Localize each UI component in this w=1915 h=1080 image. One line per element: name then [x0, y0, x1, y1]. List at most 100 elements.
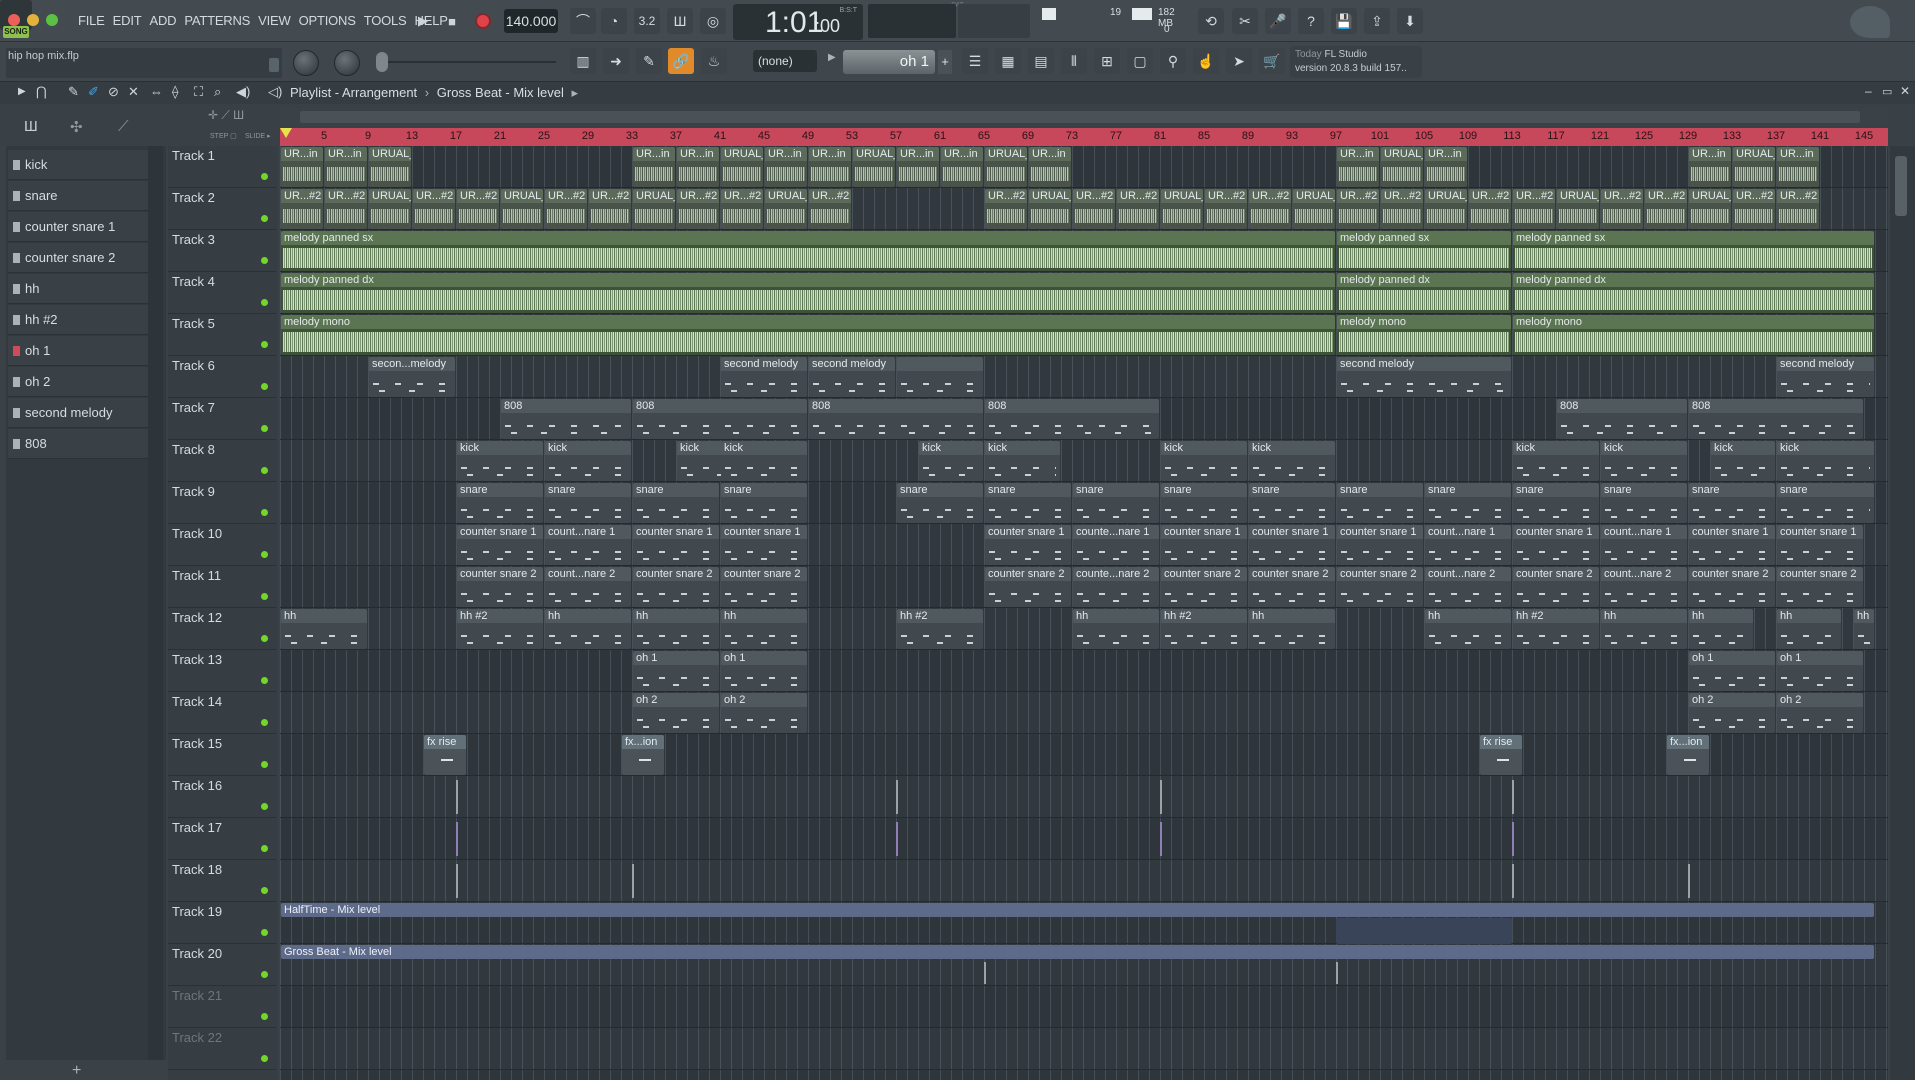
melody-clip[interactable]: melody panned sx — [1513, 231, 1874, 271]
loop-clip[interactable]: UR...#2 — [413, 189, 455, 229]
loop-clip[interactable]: URUAL_...min #2 — [1029, 189, 1071, 229]
sample-marker[interactable] — [896, 822, 898, 856]
automation-envelope[interactable] — [1336, 918, 1512, 944]
kick-clip[interactable]: kick — [721, 441, 807, 481]
loop-clip[interactable]: UR...#2 — [1601, 189, 1643, 229]
track-header[interactable]: Track 13 — [168, 650, 276, 692]
menu-patterns[interactable]: PATTERNS — [180, 10, 254, 32]
loop-clip[interactable]: UR...#2 — [1337, 189, 1379, 229]
pattern-next-arrow-icon[interactable]: ▶ — [828, 52, 840, 72]
zoom-icon[interactable]: ⌕ — [214, 84, 221, 100]
master-volume-knob[interactable] — [293, 50, 319, 76]
track-row[interactable] — [280, 860, 1888, 902]
snare-clip[interactable]: snare — [721, 483, 807, 523]
pencil-icon[interactable]: ✎ — [68, 84, 79, 100]
loop-clip[interactable]: UR...#2 — [1117, 189, 1159, 229]
kick-clip[interactable]: kick — [457, 441, 543, 481]
second-melody-clip[interactable]: second melody — [721, 357, 807, 397]
pattern-item-snare[interactable]: snare — [8, 181, 148, 211]
play-button[interactable]: ▶ — [410, 7, 436, 35]
minimize-window-button[interactable] — [27, 14, 39, 26]
track-header[interactable]: Track 5 — [168, 314, 276, 356]
loop-clip[interactable]: URUAL_...min #2 — [369, 189, 411, 229]
loop-clip[interactable]: UR...in — [1777, 147, 1819, 187]
808-clip[interactable]: 808 — [1557, 399, 1687, 439]
loop-clip[interactable]: UR...in — [809, 147, 851, 187]
pattern-item-second-melody[interactable]: second melody — [8, 398, 148, 428]
loop-clip[interactable]: UR...#2 — [589, 189, 631, 229]
track-header[interactable]: Track 10 — [168, 524, 276, 566]
snap-icon[interactable]: ✛ ⟋ Ш — [208, 108, 244, 123]
step-edit-icon[interactable]: Ш — [667, 8, 693, 34]
track-mute-led[interactable] — [261, 677, 268, 684]
second-melody-clip[interactable] — [897, 357, 983, 397]
snare-clip[interactable]: snare — [1689, 483, 1775, 523]
hh-clip[interactable]: hh #2 — [457, 609, 543, 649]
counter-snare-2-clip[interactable]: count...nare 2 — [1601, 567, 1687, 607]
kick-clip[interactable]: kick — [1777, 441, 1874, 481]
counter-snare-1-clip[interactable]: counter snare 1 — [1513, 525, 1599, 565]
sample-marker[interactable] — [1512, 864, 1514, 898]
counter-snare-2-clip[interactable]: counter snare 2 — [1689, 567, 1775, 607]
link-icon[interactable]: 🔗 — [668, 48, 694, 74]
loop-clip[interactable]: UR...#2 — [1645, 189, 1687, 229]
cut-tool-icon[interactable]: ✂ — [1232, 8, 1258, 34]
mixer-icon[interactable]: ⫴ — [1061, 48, 1087, 74]
snare-clip[interactable]: snare — [1249, 483, 1335, 523]
delete-icon[interactable]: ⊘ — [108, 84, 119, 100]
gross-beat-automation-clip[interactable]: Gross Beat - Mix level — [281, 945, 1874, 959]
halftime-automation-clip[interactable]: HalfTime - Mix level — [281, 903, 1874, 917]
sample-marker[interactable] — [1160, 780, 1162, 814]
loop-clip[interactable]: UR...#2 — [1381, 189, 1423, 229]
step-checkbox[interactable]: STEP ▢ — [210, 132, 237, 140]
track-row[interactable] — [280, 356, 1888, 398]
snare-clip[interactable]: snare — [545, 483, 631, 523]
track-mute-led[interactable] — [261, 845, 268, 852]
maximize-playlist-button[interactable]: ▭ — [1882, 85, 1892, 98]
track-mute-led[interactable] — [261, 887, 268, 894]
menu-view[interactable]: VIEW — [254, 10, 294, 32]
counter-snare-2-clip[interactable]: counter snare 2 — [985, 567, 1071, 607]
loop-clip[interactable]: URUAL_..._G#min — [1381, 147, 1423, 187]
808-clip[interactable]: 808 — [809, 399, 983, 439]
loop-clip[interactable]: UR...#2 — [457, 189, 499, 229]
counter-snare-2-clip[interactable]: counte...nare 2 — [1073, 567, 1159, 607]
counter-snare-1-clip[interactable]: count...nare 1 — [1601, 525, 1687, 565]
magnet-icon[interactable]: ⋂ — [36, 84, 47, 100]
loop-clip[interactable]: URUAL_..._G#min — [985, 147, 1027, 187]
counter-snare-2-clip[interactable]: counter snare 2 — [633, 567, 719, 607]
close-playlist-button[interactable]: ✕ — [1900, 84, 1910, 98]
kick-clip[interactable]: kick — [985, 441, 1060, 481]
808-clip[interactable]: 808 — [633, 399, 807, 439]
sample-marker[interactable] — [456, 780, 458, 814]
track-mute-led[interactable] — [261, 635, 268, 642]
vertical-scrollbar[interactable] — [1890, 146, 1915, 1080]
scrollbar-thumb[interactable] — [300, 111, 1860, 123]
track-mute-led[interactable] — [261, 593, 268, 600]
melody-clip[interactable]: melody panned dx — [281, 273, 1335, 313]
track-header[interactable]: Track 22 — [168, 1028, 276, 1070]
fx-view-icon[interactable]: ✣ — [70, 118, 83, 136]
fx-clip[interactable]: fx...ion — [1667, 735, 1709, 775]
second-melody-clip[interactable]: second melody — [1337, 357, 1511, 397]
countdown-icon[interactable]: 3.2 — [634, 8, 660, 34]
snare-clip[interactable]: snare — [1777, 483, 1874, 523]
loop-clip[interactable]: UR...#2 — [721, 189, 763, 229]
loop-clip[interactable]: URUAL_..._G#min — [853, 147, 895, 187]
loop-clip[interactable]: URUAL_..._G#min — [721, 147, 763, 187]
track-row[interactable] — [280, 734, 1888, 776]
menu-tools[interactable]: TOOLS — [360, 10, 411, 32]
playlist-grid[interactable]: UR...in UR...in URUAL_..._G#min UR...in UR..… — [280, 146, 1888, 1080]
snare-clip[interactable]: snare — [1161, 483, 1247, 523]
kick-clip[interactable]: kick — [1249, 441, 1335, 481]
kick-clip[interactable]: kick — [1161, 441, 1247, 481]
track-header[interactable]: Track 20 — [168, 944, 276, 986]
track-header[interactable]: Track 21 — [168, 986, 276, 1028]
export-icon[interactable]: ⇪ — [1364, 8, 1390, 34]
track-mute-led[interactable] — [261, 299, 268, 306]
counter-snare-1-clip[interactable]: counter snare 1 — [457, 525, 543, 565]
loop-clip[interactable]: UR...#2 — [1249, 189, 1291, 229]
loop-clip[interactable]: URUAL_...min #2 — [1689, 189, 1731, 229]
counter-snare-1-clip[interactable]: counte...nare 1 — [1073, 525, 1159, 565]
oh-2-clip[interactable]: oh 2 — [633, 693, 719, 733]
